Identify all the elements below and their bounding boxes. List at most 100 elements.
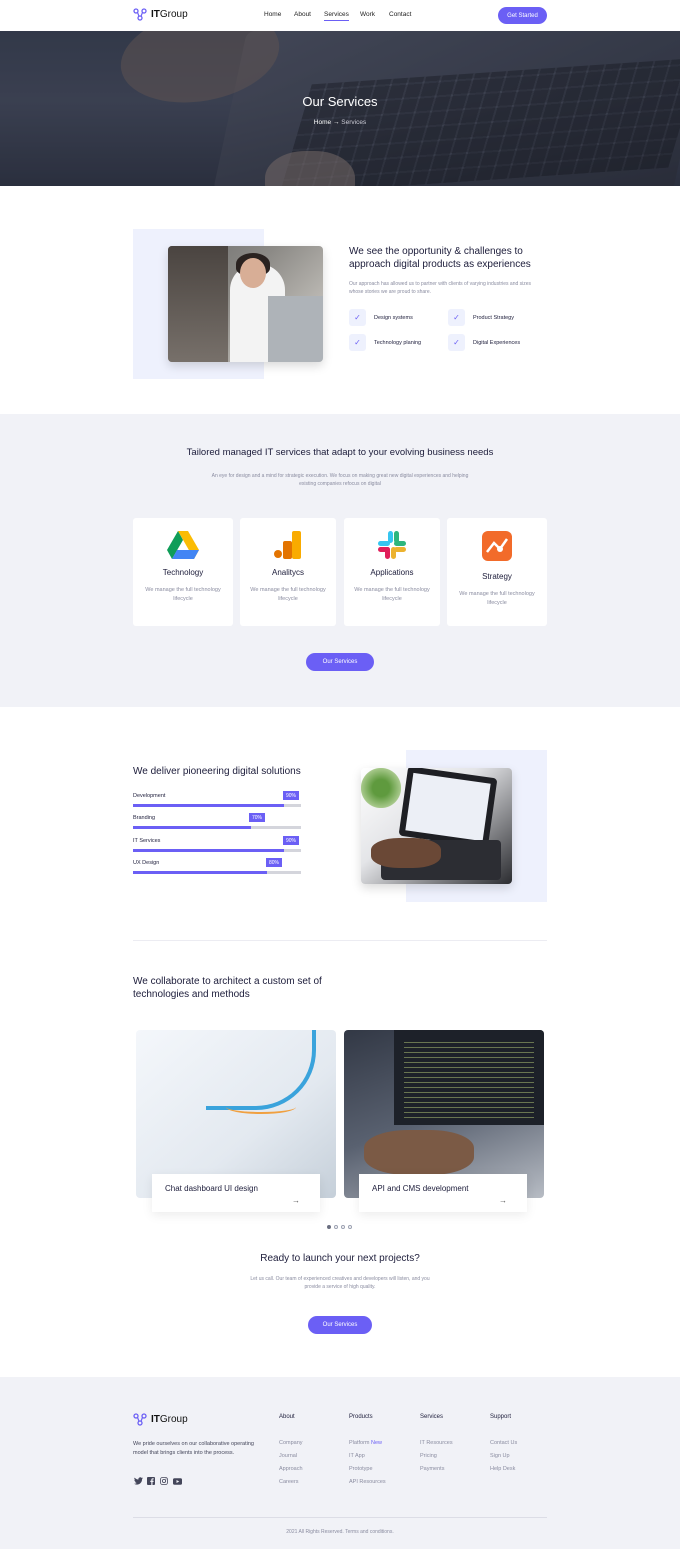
skills-heading: We deliver pioneering digital solutions	[133, 766, 301, 777]
footer-link[interactable]: Company	[279, 1440, 303, 1446]
feature-label: Technology planing	[374, 339, 422, 346]
footer-link-label: Platform	[349, 1440, 370, 1446]
molecule-logo-icon	[133, 1413, 147, 1426]
footer-link[interactable]: IT Resources	[420, 1440, 453, 1446]
skill-percent-badge: 90%	[283, 836, 299, 845]
footer-about-text: We pride ourselves on our collaborative …	[133, 1441, 254, 1456]
new-badge: New	[371, 1440, 383, 1446]
footer-col-heading: Support	[490, 1414, 512, 1420]
strategy-chart-icon	[482, 531, 512, 561]
footer-link[interactable]: Journal	[279, 1453, 297, 1459]
check-icon: ✓	[349, 309, 366, 326]
top-navbar: ITGroup Home About Services Work Contact…	[0, 0, 680, 31]
brand-logo[interactable]: ITGroup	[133, 8, 188, 21]
project-card[interactable]: Chat dashboard UI design →	[152, 1174, 320, 1212]
service-card-strategy[interactable]: Strategy We manage the full technology l…	[447, 518, 547, 626]
service-card-title: Strategy	[482, 572, 512, 581]
footer-link[interactable]: IT App	[349, 1453, 365, 1459]
nav-link-about[interactable]: About	[294, 11, 311, 18]
google-drive-icon	[167, 531, 199, 559]
footer-link[interactable]: Pricing	[420, 1453, 437, 1459]
service-card-desc: We manage the full technology lifecycle	[250, 587, 326, 602]
check-icon: ✓	[448, 309, 465, 326]
our-services-button[interactable]: Our Services	[308, 1316, 372, 1334]
footer-col-heading: About	[279, 1414, 295, 1420]
nav-link-work[interactable]: Work	[360, 11, 375, 18]
footer-link[interactable]: Careers	[279, 1479, 299, 1485]
footer-logo[interactable]: ITGroup	[133, 1413, 188, 1426]
feature-item: ✓ Product Strategy	[448, 309, 514, 326]
carousel-dot-3[interactable]	[341, 1225, 345, 1229]
skill-percent-badge: 80%	[266, 858, 282, 867]
service-card-title: Technology	[162, 568, 204, 577]
breadcrumb-home[interactable]: Home	[314, 119, 331, 126]
feature-item: ✓ Design systems	[349, 309, 413, 326]
skill-progress-fill	[133, 826, 251, 829]
carousel-dot-4[interactable]	[348, 1225, 352, 1229]
nav-link-contact[interactable]: Contact	[389, 11, 411, 18]
brand-name-bold: IT	[151, 1414, 160, 1425]
intro-heading: We see the opportunity & challenges to a…	[349, 246, 531, 270]
skill-label: UX Design	[133, 860, 160, 866]
cta-heading: Ready to launch your next projects?	[260, 1253, 420, 1264]
intro-text: Our approach has allowed us to partner w…	[349, 281, 532, 295]
footer-link[interactable]: API Resources	[349, 1479, 386, 1485]
skill-percent-badge: 70%	[249, 813, 265, 822]
skill-progress-bar	[133, 826, 301, 829]
feature-label: Digital Experiences	[473, 339, 521, 346]
skill-label: IT Services	[133, 838, 161, 844]
skill-progress-bar	[133, 849, 301, 852]
footer-col-heading: Services	[420, 1414, 444, 1420]
service-card-desc: We manage the full technology lifecycle	[459, 591, 535, 606]
project-title: Chat dashboard UI design	[165, 1184, 258, 1193]
arrow-right-icon[interactable]: →	[499, 1196, 507, 1205]
slack-icon	[378, 531, 406, 559]
project-card[interactable]: API and CMS development →	[359, 1174, 527, 1212]
nav-link-services[interactable]: Services	[324, 11, 349, 21]
service-card-desc: We manage the full technology lifecycle	[145, 587, 221, 602]
instagram-icon[interactable]	[159, 1476, 169, 1486]
youtube-icon[interactable]	[172, 1476, 182, 1486]
feature-item: ✓ Digital Experiences	[448, 334, 520, 351]
service-card-desc: We manage the full technology lifecycle	[354, 587, 430, 602]
skill-progress-bar	[133, 804, 301, 807]
section-divider	[133, 940, 547, 941]
skill-progress-fill	[133, 871, 268, 874]
breadcrumb: Home → Services	[0, 119, 680, 126]
cta-text: Let us call. Our team of experienced cre…	[250, 1276, 430, 1290]
nav-link-home[interactable]: Home	[264, 11, 281, 18]
service-card-title: Applications	[370, 568, 414, 577]
get-started-button[interactable]: Get Started	[498, 7, 547, 24]
hero-banner: Our Services Home → Services	[0, 31, 680, 186]
brand-name-bold: IT	[151, 9, 160, 20]
copyright-text: 2021 All Rights Reserved. Terms and cond…	[286, 1529, 394, 1535]
feature-label: Product Strategy	[473, 314, 514, 321]
molecule-logo-icon	[133, 8, 147, 21]
project-image-ux[interactable]	[136, 1030, 336, 1198]
projects-heading: We collaborate to architect a custom set…	[133, 976, 322, 1000]
service-card-applications[interactable]: Applications We manage the full technolo…	[344, 518, 440, 626]
service-card-analytics[interactable]: Analitycs We manage the full technology …	[240, 518, 336, 626]
footer-link[interactable]: Approach	[279, 1466, 303, 1472]
carousel-dot-1[interactable]	[327, 1225, 331, 1229]
brand-name-rest: Group	[159, 1414, 188, 1425]
footer-link[interactable]: Contact Us	[490, 1440, 517, 1446]
skills-photo	[361, 768, 512, 884]
footer-link[interactable]: Prototype	[349, 1466, 373, 1472]
service-card-technology[interactable]: Technology We manage the full technology…	[133, 518, 233, 626]
arrow-right-icon[interactable]: →	[292, 1196, 300, 1205]
footer-link[interactable]: Help Desk	[490, 1466, 515, 1472]
check-icon: ✓	[349, 334, 366, 351]
twitter-icon[interactable]	[133, 1476, 143, 1486]
feature-label: Design systems	[374, 314, 413, 321]
managed-heading: Tailored managed IT services that adapt …	[186, 447, 494, 458]
skill-progress-fill	[133, 849, 285, 852]
footer-link[interactable]: Sign Up	[490, 1453, 510, 1459]
footer-link[interactable]: Payments	[420, 1466, 444, 1472]
project-image-code[interactable]	[344, 1030, 544, 1198]
facebook-icon[interactable]	[146, 1476, 156, 1486]
our-services-button[interactable]: Our Services	[306, 653, 374, 671]
carousel-dot-2[interactable]	[334, 1225, 338, 1229]
skill-progress-bar	[133, 871, 301, 874]
footer-link[interactable]: Platform New	[349, 1440, 382, 1446]
